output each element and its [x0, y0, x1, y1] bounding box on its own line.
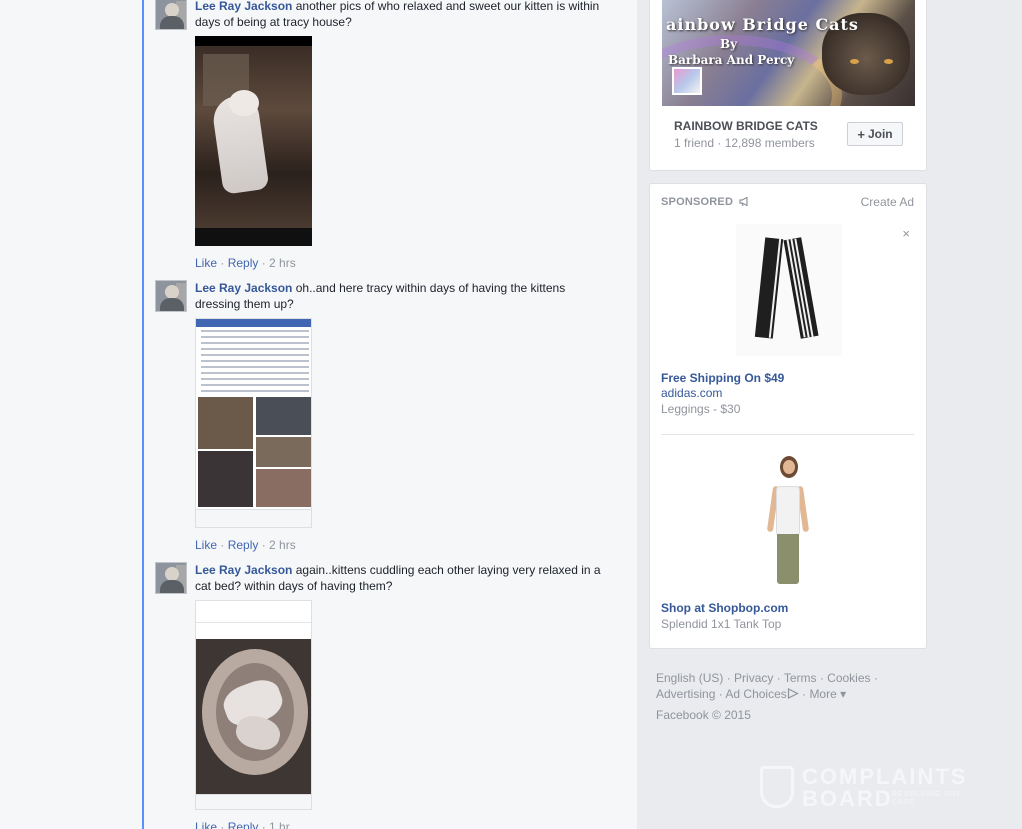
like-link[interactable]: Like — [195, 820, 217, 829]
comment-photo[interactable] — [195, 36, 312, 246]
avatar[interactable] — [155, 562, 187, 594]
comment-author-link[interactable]: Lee Ray Jackson — [195, 0, 292, 13]
footer-link-more[interactable]: More ▾ — [809, 687, 846, 701]
avatar[interactable] — [155, 0, 187, 30]
ad-description: Leggings - $30 — [661, 402, 741, 416]
watermark-tagline: RESOLVING ONE CASE — [892, 791, 963, 806]
comment-author-link[interactable]: Lee Ray Jackson — [195, 563, 292, 577]
comment-timestamp[interactable]: 1 hr — [269, 820, 290, 829]
comment-body: Lee Ray Jackson again..kittens cuddling … — [195, 562, 605, 594]
divider — [661, 434, 914, 435]
megaphone-icon — [739, 197, 748, 206]
join-group-button[interactable]: + Join — [847, 122, 903, 146]
like-link[interactable]: Like — [195, 538, 217, 552]
footer-link-ad-choices[interactable]: Ad Choices — [725, 687, 786, 701]
reply-link[interactable]: Reply — [228, 256, 259, 270]
footer-link-cookies[interactable]: Cookies — [827, 671, 870, 685]
ad-description: Splendid 1x1 Tank Top — [661, 617, 782, 631]
comment-actions: Like · Reply · 2 hrs — [195, 538, 296, 552]
shield-icon — [760, 766, 794, 808]
copyright-text: Facebook © 2015 — [656, 708, 751, 722]
group-cover-photo[interactable]: ainbow Bridge Cats By Barbara And Percy — [662, 0, 915, 106]
reply-link[interactable]: Reply — [228, 538, 259, 552]
ad-choices-icon — [787, 688, 799, 699]
sponsored-header: SPONSORED — [661, 196, 750, 208]
comment-feed: Lee Ray Jackson another pics of who rela… — [0, 0, 637, 829]
comment-actions: Like · Reply · 2 hrs — [195, 256, 296, 270]
comment-photo[interactable] — [195, 318, 312, 528]
caret-down-icon: ▾ — [840, 687, 847, 701]
page-footer: English (US) · Privacy · Terms · Cookies… — [656, 671, 878, 701]
cover-by: By — [720, 37, 738, 51]
comment-author-link[interactable]: Lee Ray Jackson — [195, 281, 292, 295]
comment-item: Lee Ray Jackson another pics of who rela… — [155, 0, 615, 276]
group-thumbnail — [672, 67, 702, 95]
sponsored-card: SPONSORED Create Ad × Free Shipping On $… — [649, 183, 927, 649]
comment-item: Lee Ray Jackson oh..and here tracy withi… — [155, 280, 615, 558]
plus-icon: + — [857, 126, 865, 142]
ad-image-leggings[interactable] — [736, 224, 842, 356]
footer-link-advertising[interactable]: Advertising — [656, 687, 715, 701]
feed-highlight-border — [142, 0, 144, 829]
footer-link-privacy[interactable]: Privacy — [734, 671, 773, 685]
comment-timestamp[interactable]: 2 hrs — [269, 256, 296, 270]
create-ad-link[interactable]: Create Ad — [861, 195, 914, 209]
comment-photo[interactable] — [195, 600, 312, 810]
footer-link-terms[interactable]: Terms — [784, 671, 817, 685]
ad-title[interactable]: Shop at Shopbop.com — [661, 601, 788, 615]
sponsored-label: SPONSORED — [661, 196, 734, 208]
group-meta: 1 friend · 12,898 members — [674, 136, 815, 150]
cover-authors: Barbara And Percy — [668, 53, 795, 67]
comment-body: Lee Ray Jackson oh..and here tracy withi… — [195, 280, 605, 312]
join-label: Join — [867, 127, 893, 141]
footer-link-language[interactable]: English (US) — [656, 671, 723, 685]
like-link[interactable]: Like — [195, 256, 217, 270]
group-suggestion-card: ainbow Bridge Cats By Barbara And Percy … — [649, 0, 927, 171]
cover-title: ainbow Bridge Cats — [666, 15, 859, 34]
reply-link[interactable]: Reply — [228, 820, 259, 829]
comment-actions: Like · Reply · 1 hr — [195, 820, 290, 829]
comment-timestamp[interactable]: 2 hrs — [269, 538, 296, 552]
group-name[interactable]: RAINBOW BRIDGE CATS — [674, 119, 818, 133]
watermark-line2: BOARD — [802, 786, 893, 811]
watermark-logo: COMPLAINTS BOARD RESOLVING ONE CASE — [760, 764, 980, 814]
ad-domain[interactable]: adidas.com — [661, 386, 722, 400]
comment-body: Lee Ray Jackson another pics of who rela… — [195, 0, 605, 30]
avatar[interactable] — [155, 280, 187, 312]
close-icon[interactable]: × — [902, 226, 910, 241]
footer-more-label: More — [809, 687, 837, 701]
comment-item: Lee Ray Jackson again..kittens cuddling … — [155, 562, 615, 829]
ad-title[interactable]: Free Shipping On $49 — [661, 371, 784, 385]
ad-image-tank-top[interactable] — [736, 452, 842, 588]
